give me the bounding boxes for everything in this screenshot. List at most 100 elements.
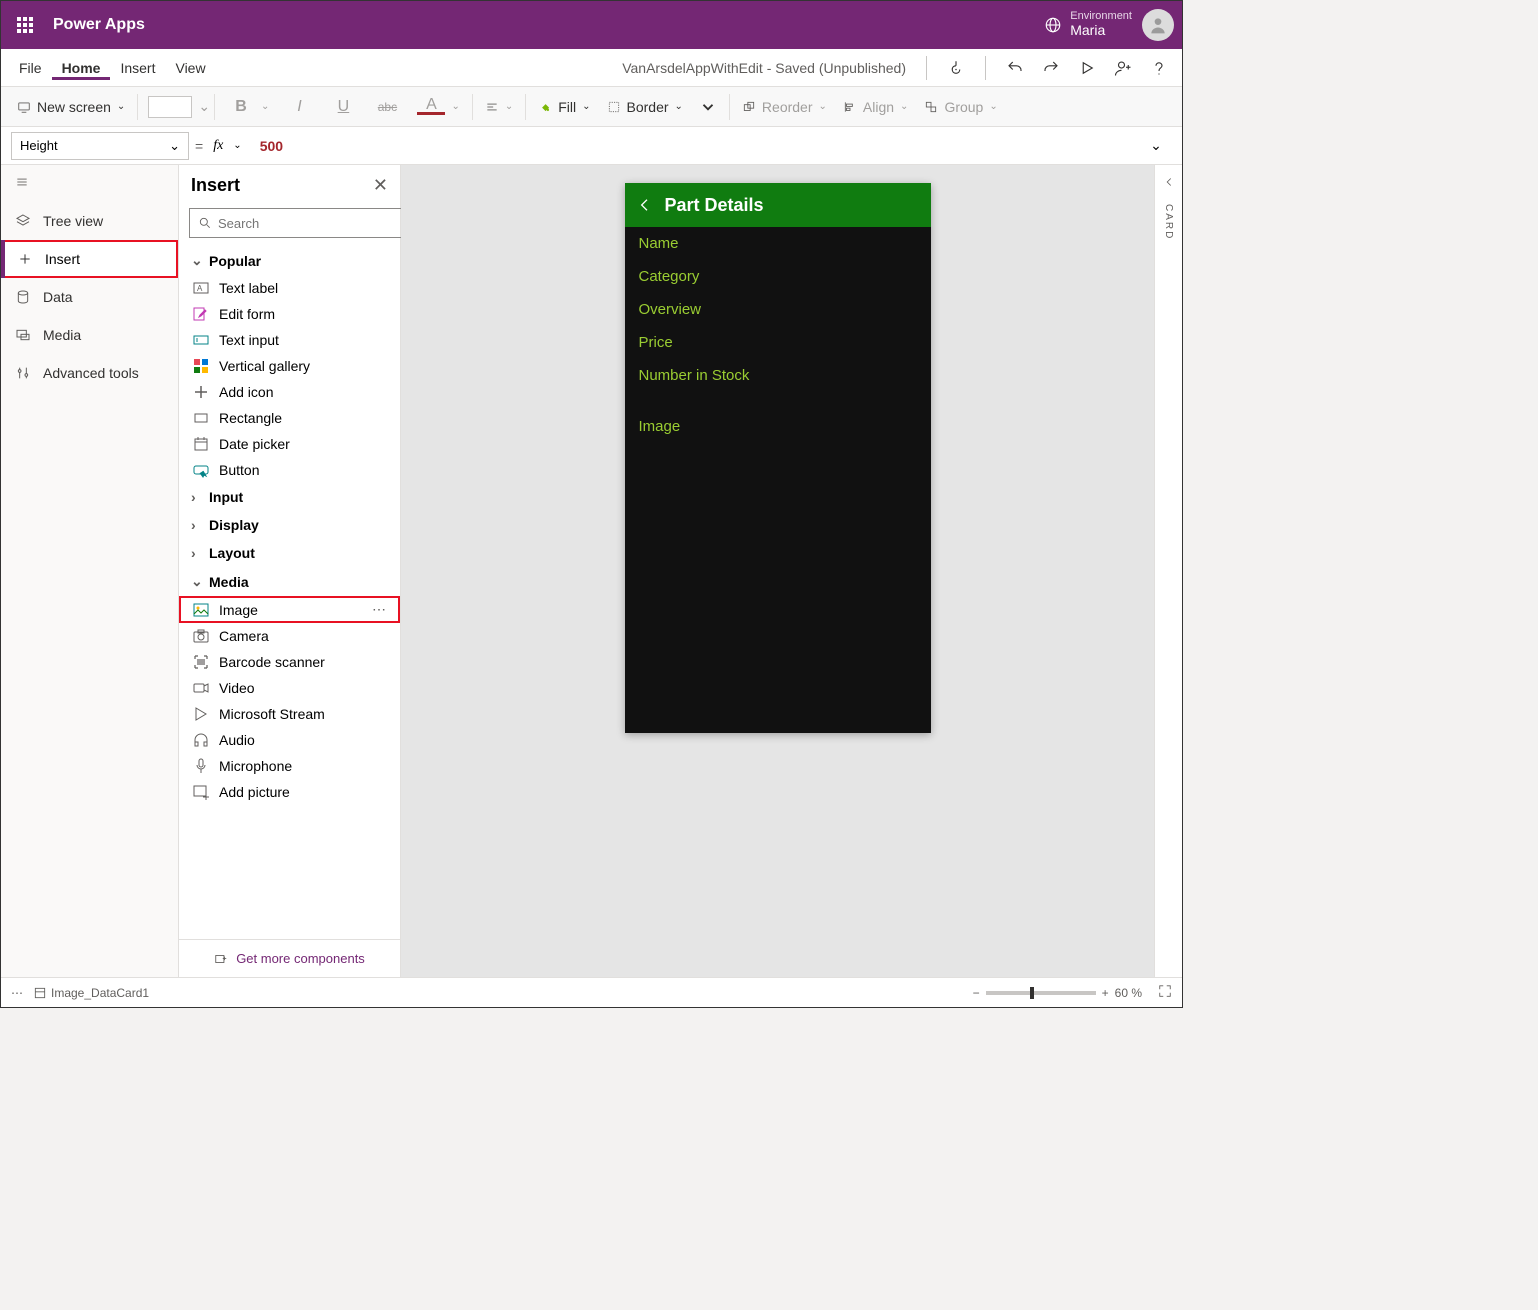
entry-more-button[interactable]: ⋯ (372, 601, 388, 618)
entry-barcode-scanner[interactable]: Barcode scanner (179, 649, 400, 675)
entry-microsoft-stream[interactable]: Microsoft Stream (179, 701, 400, 727)
field-category[interactable]: Category (625, 260, 931, 293)
insert-panel: Insert ✕ ⋮ ⌄Popular AText label Edit for… (179, 165, 401, 977)
toolbar-overflow-button[interactable] (691, 94, 725, 120)
field-price[interactable]: Price (625, 326, 931, 359)
person-icon (1148, 15, 1168, 35)
share-button[interactable] (1108, 53, 1138, 83)
group-label: Display (209, 517, 259, 533)
add-picture-icon (193, 784, 209, 800)
align-label: Align (863, 99, 894, 115)
globe-icon (1044, 16, 1062, 34)
app-checker-button[interactable] (941, 53, 971, 83)
entry-video[interactable]: Video (179, 675, 400, 701)
field-image[interactable]: Image (625, 410, 931, 443)
fx-icon: fx (213, 138, 223, 154)
zoom-slider[interactable] (986, 991, 1096, 995)
expand-formula-button[interactable]: ⌄ (1140, 137, 1172, 154)
group-media[interactable]: ⌄Media (179, 567, 400, 596)
entry-image[interactable]: Image ⋯ (179, 596, 400, 623)
entry-microphone[interactable]: Microphone (179, 753, 400, 779)
plus-icon (17, 251, 33, 267)
barcode-icon (193, 654, 209, 670)
entry-add-icon[interactable]: Add icon (179, 379, 400, 405)
hamburger-rail-button[interactable] (1, 165, 178, 202)
group-label: Popular (209, 253, 261, 269)
rail-insert[interactable]: Insert (1, 240, 178, 278)
rail-advanced-tools[interactable]: Advanced tools (1, 354, 178, 392)
screen-header: Part Details (625, 183, 931, 227)
environment-selector[interactable]: Environment Maria (1044, 10, 1132, 40)
expand-properties-button[interactable] (1162, 175, 1176, 192)
search-icon (198, 216, 212, 230)
pane-caption: CARD (1163, 204, 1174, 240)
italic-button: I (277, 94, 321, 120)
back-icon[interactable] (637, 197, 653, 213)
zoom-in-button[interactable]: + (1102, 986, 1109, 1000)
group-layout[interactable]: ›Layout (179, 539, 400, 567)
left-rail: Tree view Insert Data Media Advanced too… (1, 165, 179, 977)
help-button[interactable] (1144, 53, 1174, 83)
fit-to-screen-button[interactable] (1158, 984, 1172, 1001)
theme-color-swatch[interactable] (148, 96, 192, 118)
reorder-button: Reorder⌄ (734, 95, 835, 119)
group-popular[interactable]: ⌄Popular (179, 246, 400, 275)
rail-tree-view[interactable]: Tree view (1, 202, 178, 240)
entry-button[interactable]: Button (179, 457, 400, 483)
avatar[interactable] (1142, 9, 1174, 41)
svg-text:A: A (197, 284, 203, 293)
new-screen-button[interactable]: New screen⌄ (9, 95, 133, 119)
formula-input[interactable] (254, 134, 1134, 158)
text-label-icon: A (193, 280, 209, 296)
close-panel-button[interactable]: ✕ (373, 175, 388, 196)
group-label: Media (209, 574, 249, 590)
entry-date-picker[interactable]: Date picker (179, 431, 400, 457)
border-button[interactable]: Border⌄ (599, 95, 691, 119)
rail-media[interactable]: Media (1, 316, 178, 354)
screen-title: Part Details (665, 195, 764, 216)
get-more-components-button[interactable]: Get more components (179, 939, 400, 977)
field-name[interactable]: Name (625, 227, 931, 260)
field-number-in-stock[interactable]: Number in Stock (625, 359, 931, 392)
rail-data[interactable]: Data (1, 278, 178, 316)
entry-text-input[interactable]: Text input (179, 327, 400, 353)
environment-name: Maria (1070, 22, 1105, 38)
image-icon (193, 602, 209, 618)
alignment-button: ⌄ (477, 96, 521, 118)
field-overview[interactable]: Overview (625, 293, 931, 326)
group-input[interactable]: ›Input (179, 483, 400, 511)
entry-add-picture[interactable]: Add picture (179, 779, 400, 805)
fill-button[interactable]: Fill⌄ (530, 95, 598, 119)
status-bar: ⋯ Image_DataCard1 − + 60 % (1, 977, 1182, 1007)
search-input[interactable] (218, 216, 394, 231)
play-button[interactable] (1072, 53, 1102, 83)
zoom-out-button[interactable]: − (973, 986, 980, 1000)
menu-home[interactable]: Home (52, 56, 111, 80)
entry-audio[interactable]: Audio (179, 727, 400, 753)
entry-camera[interactable]: Camera (179, 623, 400, 649)
entry-vertical-gallery[interactable]: Vertical gallery (179, 353, 400, 379)
search-box[interactable] (189, 208, 403, 238)
fill-label: Fill (558, 99, 576, 115)
menu-insert[interactable]: Insert (110, 56, 165, 80)
property-selector[interactable]: Height ⌄ (11, 132, 189, 160)
menu-view[interactable]: View (165, 56, 215, 80)
calendar-icon (193, 436, 209, 452)
undo-button[interactable] (1000, 53, 1030, 83)
redo-button[interactable] (1036, 53, 1066, 83)
status-more-button[interactable]: ⋯ (11, 986, 23, 1000)
breadcrumb[interactable]: Image_DataCard1 (33, 986, 149, 1000)
bold-button: B⌄ (219, 94, 277, 120)
group-button: Group⌄ (916, 95, 1005, 119)
font-color-button: A⌄ (409, 94, 467, 119)
entry-text-label[interactable]: AText label (179, 275, 400, 301)
app-launcher-icon[interactable] (9, 11, 41, 39)
phone-screen[interactable]: Part Details Name Category Overview Pric… (625, 183, 931, 733)
entry-edit-form[interactable]: Edit form (179, 301, 400, 327)
menu-file[interactable]: File (9, 56, 52, 80)
stream-icon (193, 706, 209, 722)
group-display[interactable]: ›Display (179, 511, 400, 539)
entry-rectangle[interactable]: Rectangle (179, 405, 400, 431)
microphone-icon (193, 758, 209, 774)
canvas[interactable]: Part Details Name Category Overview Pric… (401, 165, 1154, 977)
